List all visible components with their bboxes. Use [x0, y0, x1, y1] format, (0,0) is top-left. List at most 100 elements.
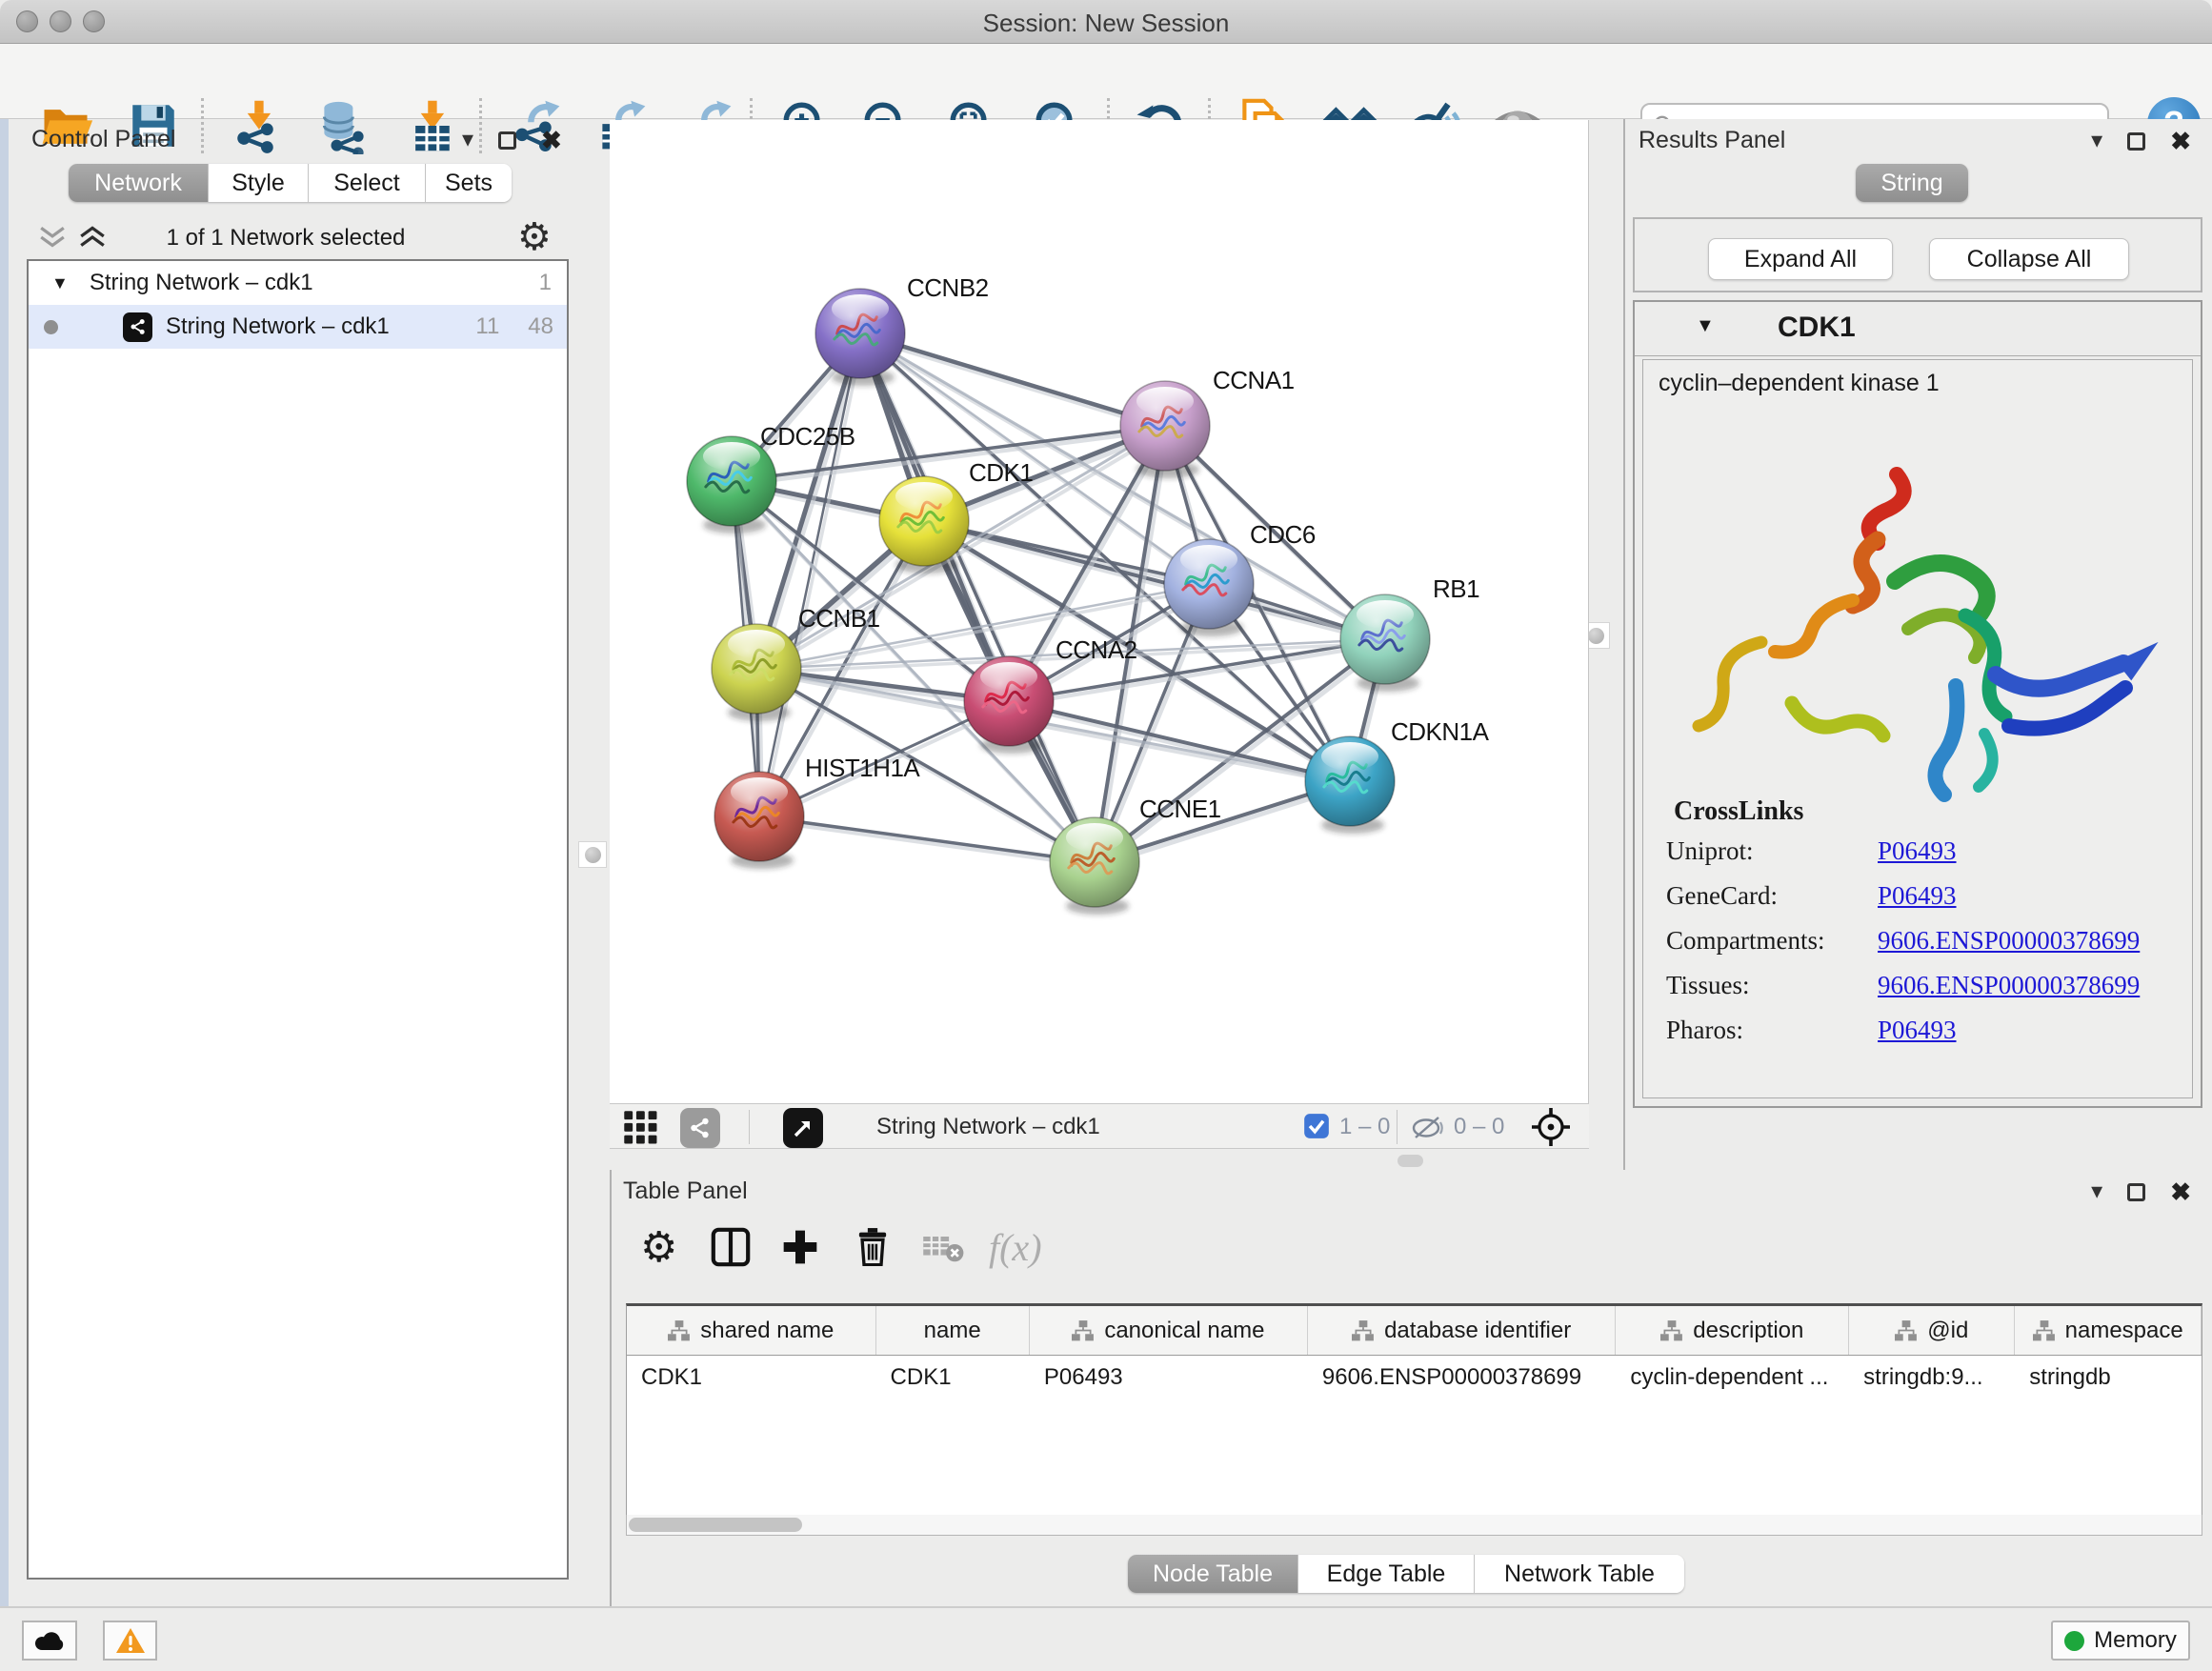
column-header-description[interactable]: description [1616, 1306, 1849, 1355]
add-column-icon[interactable] [781, 1222, 819, 1272]
tab-node-table[interactable]: Node Table [1128, 1555, 1298, 1593]
results-panel: Results Panel ▾ ✖ String Expand All Coll… [1623, 119, 2212, 1170]
tab-select[interactable]: Select [309, 164, 426, 202]
selected-nodes-checkbox[interactable] [1303, 1113, 1330, 1139]
cell[interactable]: P06493 [1030, 1356, 1308, 1399]
panel-collapse-icon[interactable]: ▾ [2091, 130, 2102, 152]
results-panel-tabs: String [1856, 164, 1968, 202]
memory-status-dot [2064, 1631, 2084, 1651]
panel-float-icon[interactable] [2127, 132, 2145, 151]
function-builder-icon[interactable]: f(x) [989, 1222, 1042, 1272]
network-node-RB1[interactable] [1340, 594, 1430, 692]
crosslink-link[interactable]: 9606.ENSP00000378699 [1878, 926, 2140, 956]
panel-close-icon[interactable]: ✖ [541, 128, 562, 152]
collapse-all-networks-icon[interactable] [38, 225, 67, 250]
tab-network[interactable]: Network [69, 164, 209, 202]
tab-sets[interactable]: Sets [426, 164, 512, 202]
table-options-gear-icon[interactable]: ⚙ [640, 1222, 677, 1272]
cell[interactable]: stringdb:9... [1849, 1356, 2015, 1399]
crosslink-label: Pharos: [1666, 1016, 1743, 1045]
network-options-gear-icon[interactable]: ⚙ [517, 215, 552, 259]
cell[interactable]: stringdb [2015, 1356, 2202, 1399]
hidden-eye-slash-icon[interactable] [1410, 1116, 1446, 1140]
network-node-HIST1H1A[interactable] [714, 772, 804, 869]
edge-HIST1H1A-CCNE1[interactable] [759, 816, 1095, 862]
node-table: shared namenamecanonical namedatabase id… [626, 1303, 2202, 1536]
network-node-CCNB1[interactable] [712, 624, 801, 721]
warning-icon [115, 1627, 146, 1654]
column-label: description [1693, 1318, 1803, 1344]
column-header-canonical-name[interactable]: canonical name [1030, 1306, 1308, 1355]
edge-shadow [927, 525, 1388, 643]
panel-collapse-icon[interactable]: ▾ [462, 129, 473, 151]
crosslink-row: GeneCard:P06493 [1666, 881, 2182, 926]
tree-expand-icon[interactable]: ▼ [51, 273, 69, 293]
import-database-icon[interactable] [312, 94, 375, 157]
cell[interactable]: CDK1 [876, 1356, 1030, 1399]
warnings-button[interactable] [103, 1621, 157, 1661]
panel-collapse-icon[interactable]: ▾ [2091, 1180, 2102, 1203]
network-node-CDC25B[interactable] [687, 436, 776, 534]
panel-close-icon[interactable]: ✖ [2170, 1179, 2191, 1204]
network-collection-row[interactable]: ▼ String Network – cdk1 1 [29, 261, 567, 305]
import-network-icon[interactable] [227, 94, 290, 157]
network-canvas[interactable]: CCNB2CCNA1CDC25BCDK1CDC6RB1CCNB1CCNA2CDK… [610, 120, 1589, 1103]
tab-string[interactable]: String [1856, 164, 1968, 202]
panel-close-icon[interactable]: ✖ [2170, 129, 2191, 153]
column-header-shared-name[interactable]: shared name [627, 1306, 876, 1355]
column-header-database-identifier[interactable]: database identifier [1308, 1306, 1617, 1355]
crosslink-link[interactable]: P06493 [1878, 836, 1957, 866]
column-header-namespace[interactable]: namespace [2015, 1306, 2202, 1355]
left-splitter-grip[interactable] [578, 841, 607, 868]
crosslink-link[interactable]: P06493 [1878, 1016, 1957, 1045]
network-graph[interactable]: CCNB2CCNA1CDC25BCDK1CDC6RB1CCNB1CCNA2CDK… [610, 120, 1589, 1103]
network-selection-status: 1 of 1 Network selected [114, 225, 457, 252]
memory-button[interactable]: Memory [2051, 1621, 2190, 1661]
panel-float-icon[interactable] [498, 131, 516, 150]
cell[interactable]: CDK1 [627, 1356, 876, 1399]
protein-header[interactable]: ▼ CDK1 [1635, 302, 2201, 356]
column-header--id[interactable]: @id [1849, 1306, 2015, 1355]
network-column-icon [1072, 1320, 1095, 1341]
cell[interactable]: 9606.ENSP00000378699 [1308, 1356, 1616, 1399]
expand-all-button[interactable]: Expand All [1708, 238, 1893, 280]
crosslink-link[interactable]: 9606.ENSP00000378699 [1878, 971, 2140, 1000]
network-row-selected[interactable]: String Network – cdk1 11 48 [29, 305, 567, 349]
edge-CCNB2-CCNE1[interactable] [860, 333, 1095, 862]
cloud-status-button[interactable] [22, 1621, 77, 1661]
edge-CCNB2-CCNA1[interactable] [860, 333, 1165, 426]
table-row[interactable]: CDK1CDK1P064939606.ENSP00000378699cyclin… [627, 1356, 2202, 1399]
import-table-icon[interactable] [400, 94, 463, 157]
section-collapse-icon[interactable]: ▼ [1696, 315, 1715, 337]
node-label-CDKN1A: CDKN1A [1391, 717, 1490, 746]
scrollbar-thumb[interactable] [629, 1518, 802, 1532]
table-horizontal-scrollbar[interactable] [626, 1515, 2202, 1536]
delete-column-icon[interactable] [855, 1222, 890, 1272]
column-label: @id [1927, 1318, 1968, 1344]
delete-table-icon[interactable] [922, 1222, 964, 1272]
fit-selected-crosshair-icon[interactable] [1530, 1106, 1572, 1148]
network-node-CCNE1[interactable] [1050, 817, 1139, 915]
network-node-CCNA1[interactable] [1120, 381, 1210, 478]
network-column-icon [668, 1320, 691, 1341]
crosslink-link[interactable]: P06493 [1878, 881, 1957, 911]
horizontal-splitter-handle[interactable] [1398, 1155, 1423, 1167]
tab-network-table[interactable]: Network Table [1475, 1555, 1684, 1593]
node-gloss [980, 662, 1037, 691]
panel-float-icon[interactable] [2127, 1183, 2145, 1201]
tab-edge-table[interactable]: Edge Table [1298, 1555, 1475, 1593]
crosslink-row: Tissues:9606.ENSP00000378699 [1666, 971, 2182, 1016]
cell[interactable]: cyclin-dependent ... [1616, 1356, 1849, 1399]
edge-shadow [762, 337, 863, 820]
string-view-icon[interactable] [680, 1108, 720, 1148]
table-panel-header-icons: ▾ ✖ [2091, 1179, 2191, 1204]
table-body: CDK1CDK1P064939606.ENSP00000378699cyclin… [627, 1356, 2202, 1399]
open-in-window-icon[interactable] [783, 1108, 823, 1148]
show-columns-icon[interactable] [711, 1222, 751, 1272]
column-header-name[interactable]: name [876, 1306, 1030, 1355]
tab-style[interactable]: Style [209, 164, 309, 202]
collapse-all-button[interactable]: Collapse All [1929, 238, 2129, 280]
network-node-CDKN1A[interactable] [1305, 736, 1395, 834]
birdseye-grid-icon[interactable] [623, 1110, 659, 1146]
expand-all-networks-icon[interactable] [78, 225, 107, 250]
